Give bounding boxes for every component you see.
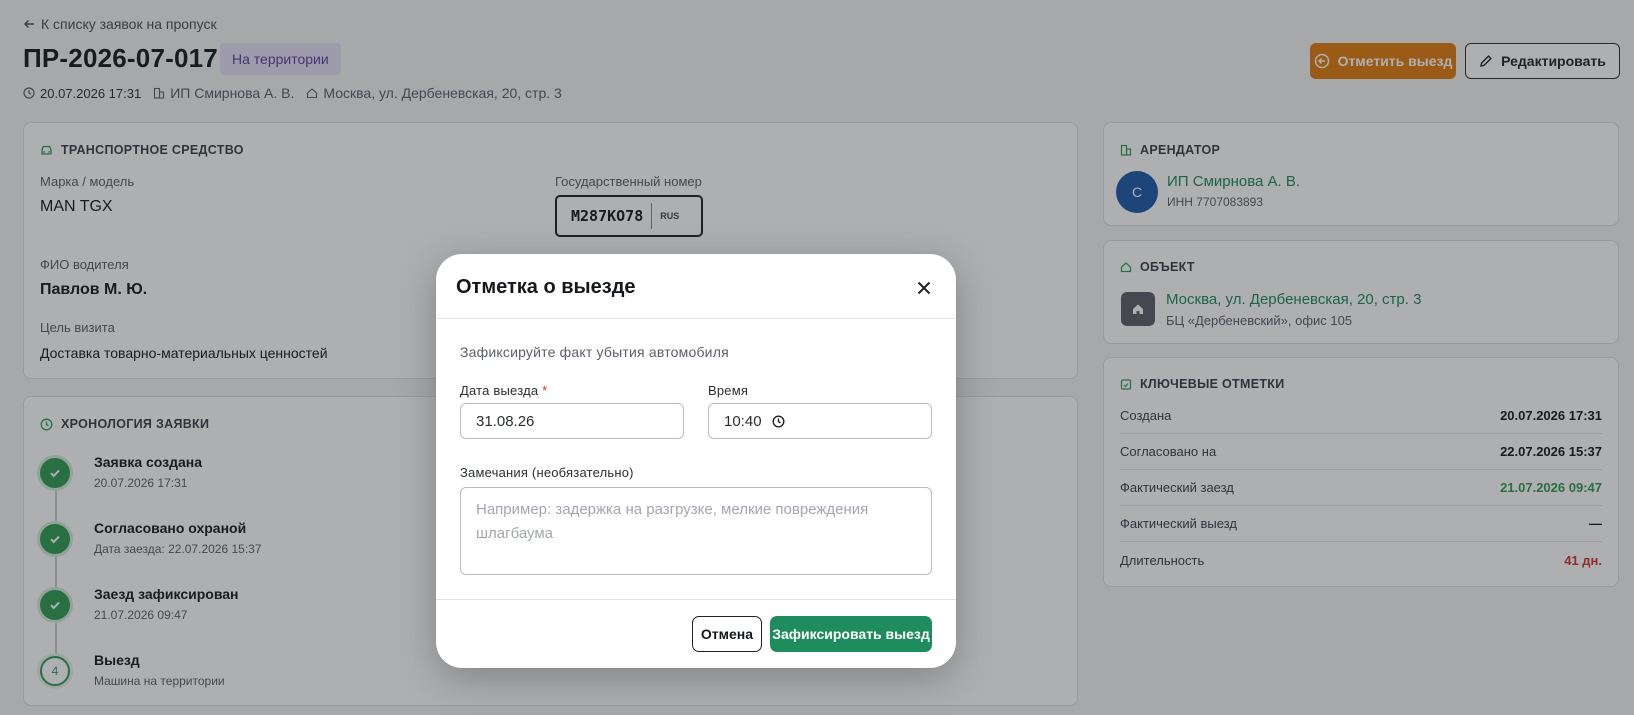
close-icon[interactable]: [914, 278, 934, 298]
modal-hint: Зафиксируйте факт убытия автомобиля: [460, 344, 729, 360]
notes-textarea[interactable]: Например: задержка на разгрузке, мелкие …: [460, 487, 932, 575]
exit-date-input[interactable]: 31.08.26: [460, 403, 684, 439]
exit-time-value: 10:40: [724, 412, 762, 430]
exit-date-label: Дата выезда *: [460, 383, 547, 398]
exit-time-input[interactable]: 10:40: [708, 403, 932, 439]
exit-date-label-text: Дата выезда: [460, 383, 539, 398]
exit-date-value: 31.08.26: [476, 412, 535, 430]
confirm-exit-button[interactable]: Зафиксировать выезд: [770, 616, 932, 652]
cancel-button[interactable]: Отмена: [692, 616, 762, 652]
required-mark: *: [542, 383, 548, 398]
modal-title: Отметка о выезде: [456, 276, 636, 298]
modal-divider: [436, 318, 956, 319]
clock-icon[interactable]: [772, 414, 785, 428]
notes-label: Замечания (необязательно): [460, 465, 634, 480]
exit-modal: Отметка о выезде Зафиксируйте факт убыти…: [436, 254, 956, 668]
modal-footer-divider: [436, 599, 956, 600]
time-label: Время: [708, 383, 749, 398]
